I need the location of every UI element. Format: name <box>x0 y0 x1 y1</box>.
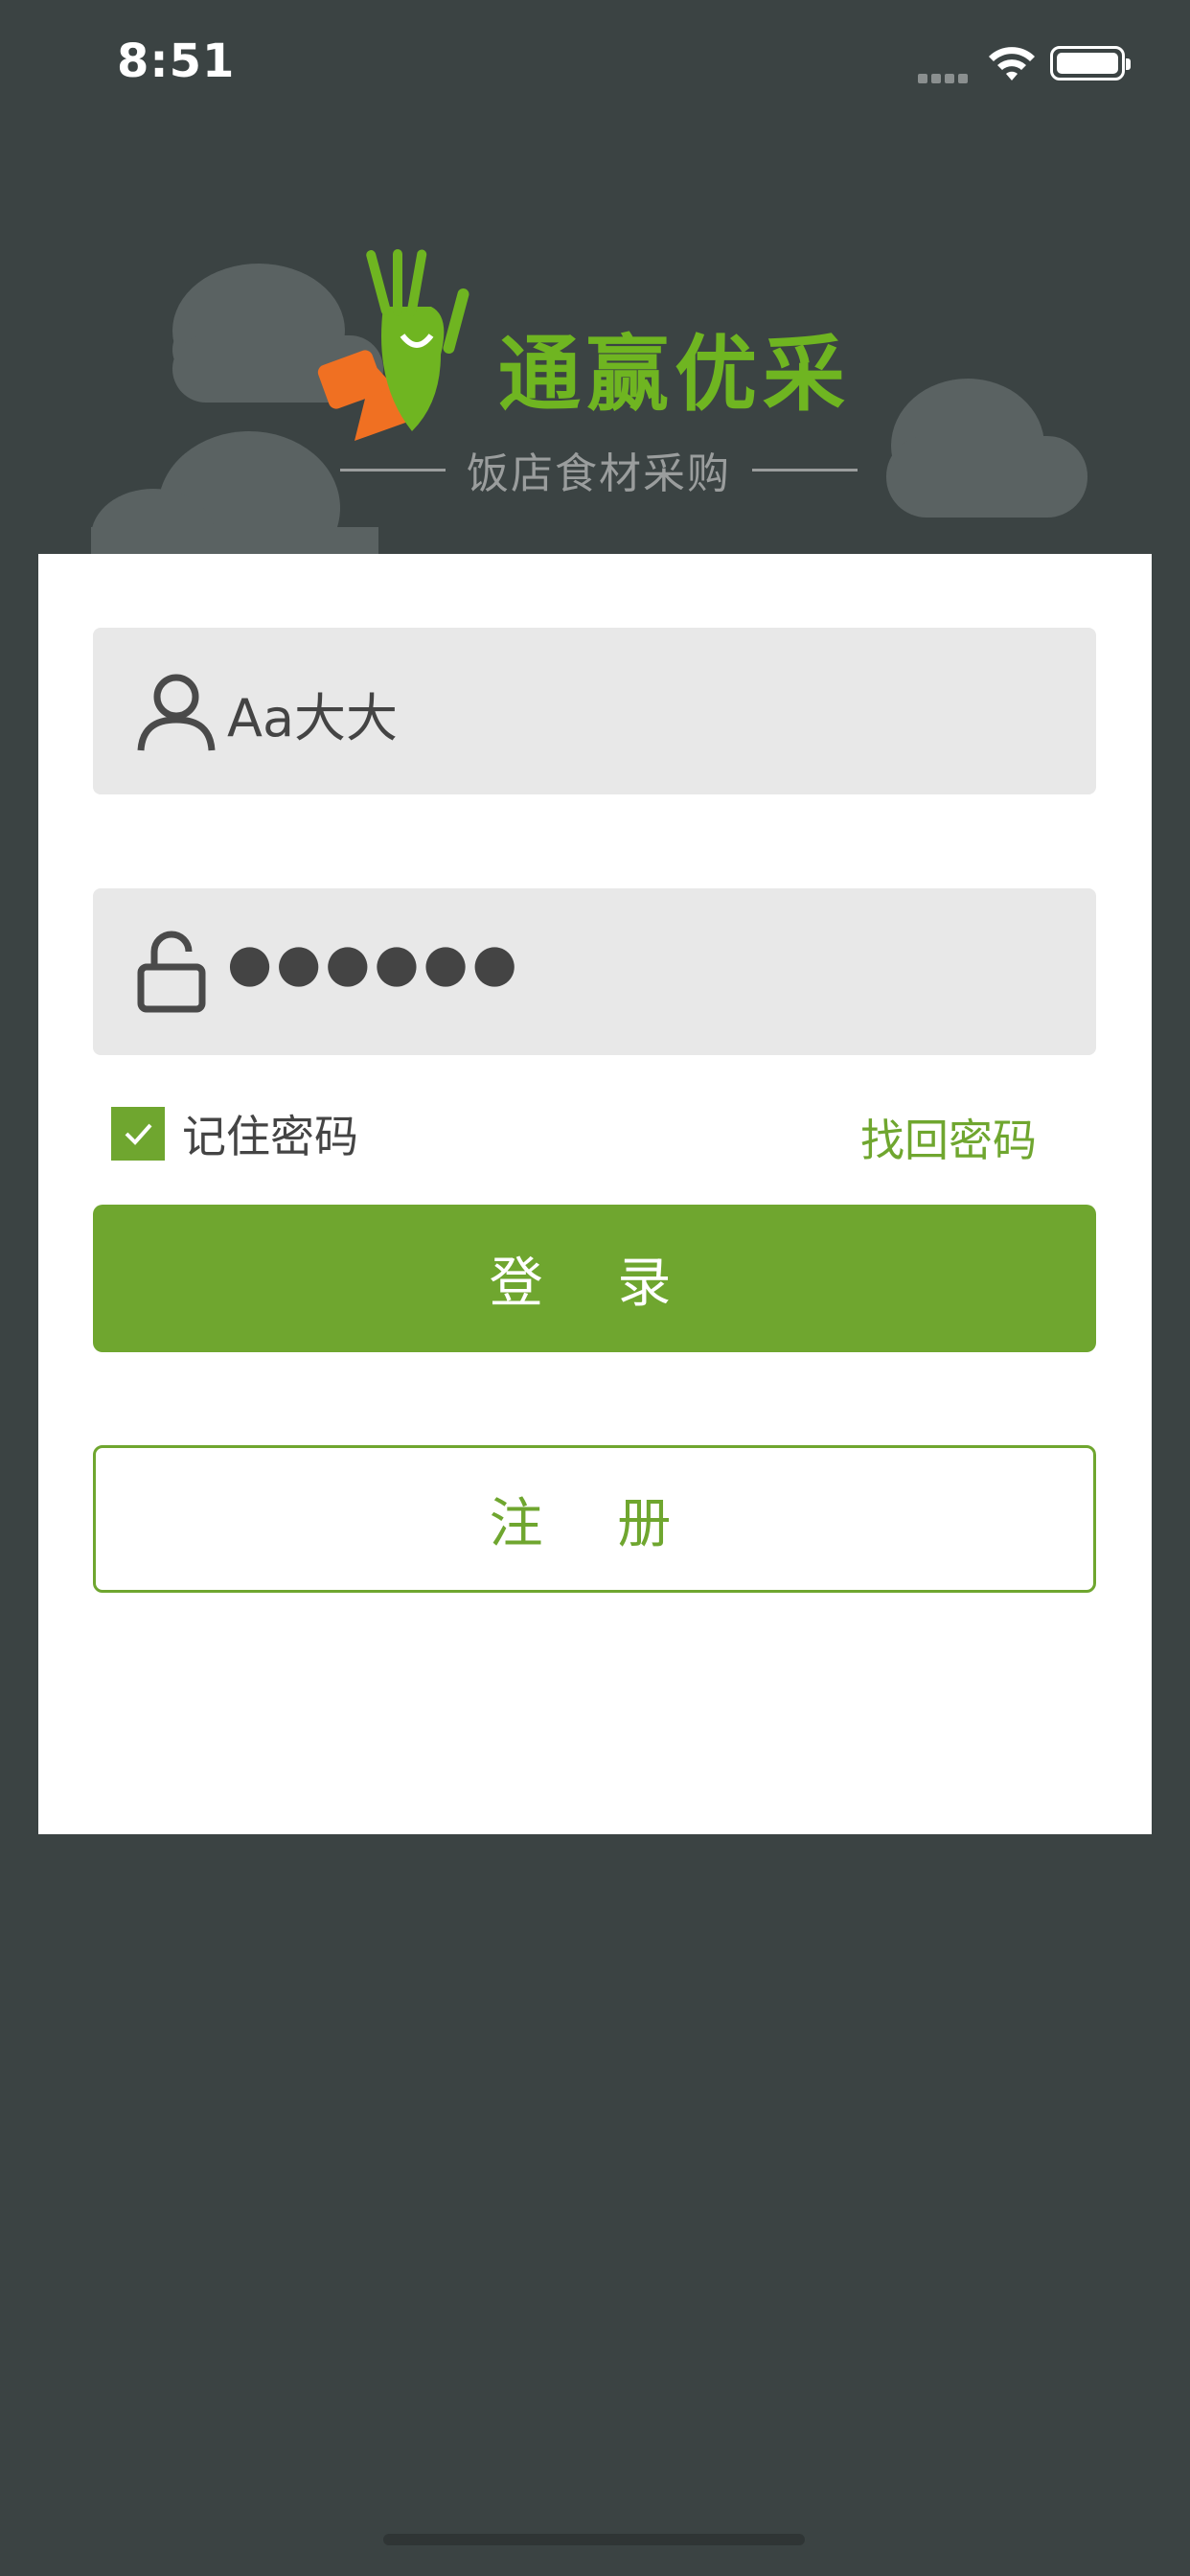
password-value[interactable]: ●●●●●● <box>227 932 521 993</box>
remember-label: 记住密码 <box>182 1111 358 1162</box>
home-indicator[interactable] <box>383 2534 805 2545</box>
forgot-password-link[interactable]: 找回密码 <box>860 1106 1037 1169</box>
password-field[interactable]: ●●●●●● <box>93 888 1096 1055</box>
remember-password[interactable]: 记住密码 <box>111 1102 358 1165</box>
remember-checkbox[interactable] <box>111 1107 165 1161</box>
tagline-divider-left <box>340 468 446 472</box>
battery-icon <box>1050 46 1131 80</box>
brand-name: 通赢优采 <box>498 327 851 423</box>
status-time: 8:51 <box>117 34 236 88</box>
check-icon <box>125 1123 152 1145</box>
tagline-row: 饭店食材采购 <box>326 441 872 498</box>
tagline-divider-right <box>752 468 858 472</box>
tagline: 饭店食材采购 <box>467 449 731 498</box>
status-bar: 8:51 <box>0 0 1190 134</box>
login-card: Aa大大 ●●●●●● 记住密码 找回密码 登 录 注 册 <box>38 554 1152 1834</box>
user-icon <box>137 674 216 751</box>
unlock-icon <box>137 931 206 1013</box>
wifi-icon <box>989 47 1035 80</box>
signal-icon <box>918 69 972 87</box>
register-button[interactable]: 注 册 <box>93 1445 1096 1593</box>
login-button[interactable]: 登 录 <box>93 1205 1096 1352</box>
username-field[interactable]: Aa大大 <box>93 628 1096 794</box>
username-value[interactable]: Aa大大 <box>227 676 398 751</box>
mascot-logo-icon <box>317 249 469 441</box>
